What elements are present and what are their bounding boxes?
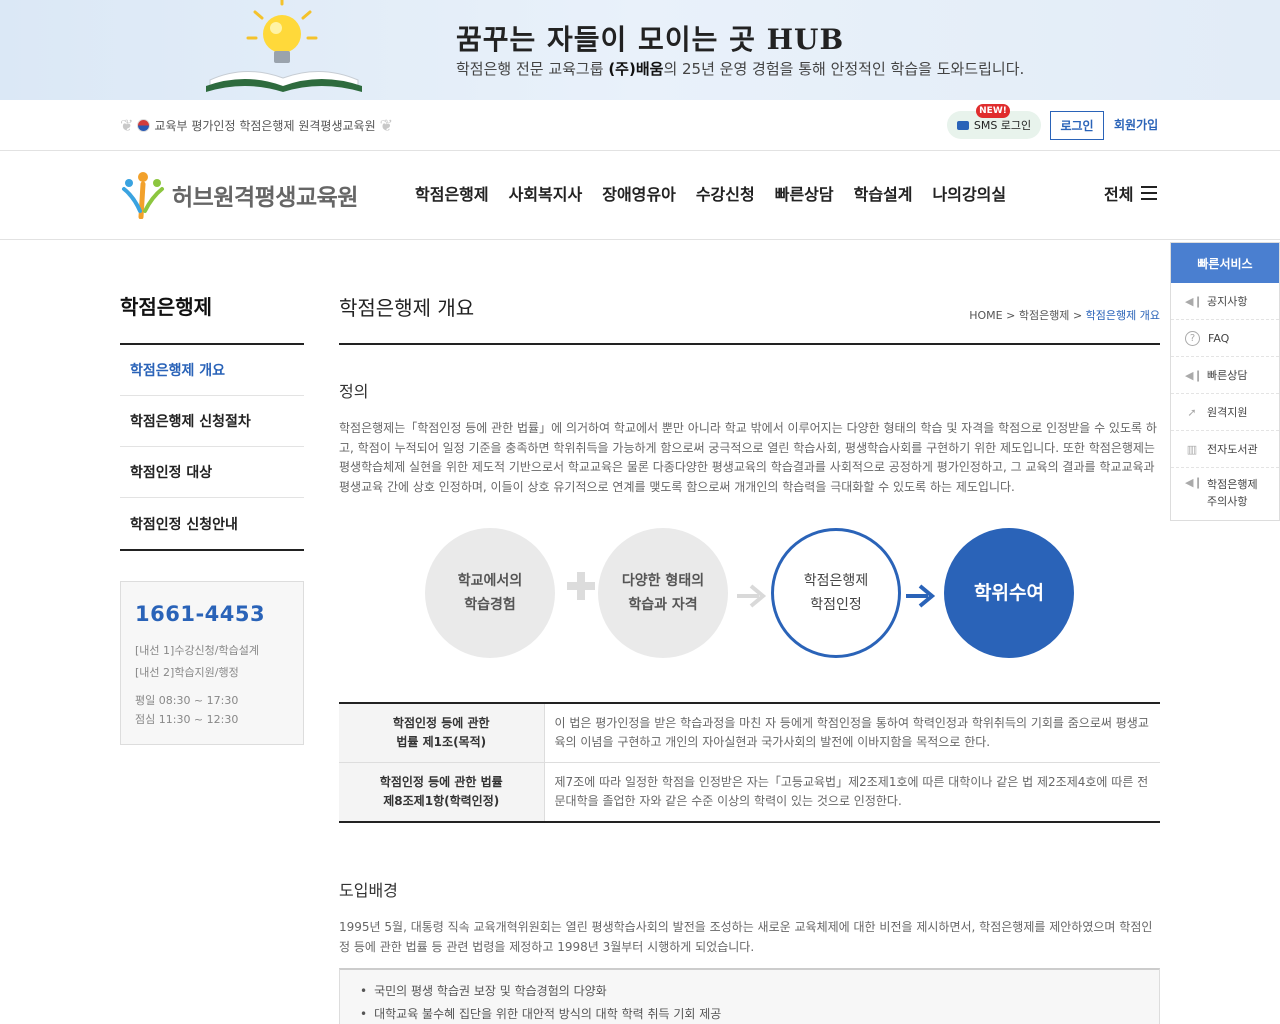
background-title: 도입배경 (339, 881, 398, 900)
hamburger-icon (1141, 186, 1158, 200)
circle-various-learning: 다양한 형태의 학습과 자격 (598, 528, 728, 658)
lightbulb-book-icon (206, 0, 362, 92)
nav-disabled-infant[interactable]: 장애영유아 (602, 181, 676, 205)
plus-icon (567, 572, 595, 600)
sidebar-title: 학점은행제 (120, 295, 212, 319)
library-icon: ▥ (1186, 442, 1198, 456)
quick-item-remote[interactable]: ➚ 원격지원 (1171, 394, 1279, 431)
weekday-hours: 평일 08:30 ~ 17:30 (135, 694, 239, 707)
quick-item-label: FAQ (1208, 331, 1230, 345)
arrow-right-gray-icon (737, 584, 767, 608)
circle-degree-award: 학위수여 (944, 528, 1074, 658)
quick-item-label: 빠른상담 (1207, 369, 1248, 382)
breadcrumb-current: 학점은행제 개요 (1085, 309, 1160, 322)
nav-enrollment[interactable]: 수강신청 (696, 181, 755, 205)
sidebar-item-overview[interactable]: 학점은행제 개요 (120, 345, 304, 396)
all-menu-button[interactable]: 전체 (1104, 181, 1158, 205)
quick-item-label: 전자도서관 (1207, 443, 1258, 456)
background-text: 1995년 5월, 대통령 직속 교육개혁위원회는 열린 평생학습사회의 발전을… (339, 920, 1153, 954)
sidebar-item-eligibility[interactable]: 학점인정 대상 (120, 447, 304, 498)
speaker-icon: ◀❙ (1185, 294, 1203, 308)
site-logo[interactable]: 허브원격평생교육원 (120, 170, 358, 220)
page-title: 학점은행제 개요 (339, 296, 475, 320)
breadcrumb: HOME > 학점은행제 > 학점은행제 개요 (969, 307, 1160, 323)
background-bullets: 국민의 평생 학습권 보장 및 학습경험의 다양화 대학교육 불수혜 집단을 위… (339, 968, 1160, 1024)
sidebar-item-application-guide[interactable]: 학점인정 신청안내 (120, 498, 304, 549)
law-table-cell: 이 법은 평가인정을 받은 학습과정을 마친 자 등에게 학점인정을 통하여 학… (544, 703, 1160, 763)
extension-1: [내선 1]수강신청/학습설계 (135, 644, 259, 657)
sidebar-item-procedure[interactable]: 학점은행제 신청절차 (120, 396, 304, 447)
breadcrumb-separator: > (1006, 309, 1016, 322)
law-table-head: 학점인정 등에 관한 법률 제1조(목적) (339, 703, 545, 763)
join-button[interactable]: 회원가입 (1114, 116, 1158, 133)
table-row: 학점인정 등에 관한 법률 제8조제1항(학력인정) 제7조에 따라 일정한 학점… (339, 762, 1160, 822)
laurel-left-icon: ❦ (120, 115, 134, 135)
table-row: 학점인정 등에 관한 법률 제1조(목적) 이 법은 평가인정을 받은 학습과정을… (339, 703, 1160, 763)
banner-subtitle: 학점은행 전문 교육그룹 (주)배움의 25년 운영 경험을 통해 안정적인 학… (456, 60, 1025, 78)
quick-item-label: 학점은행제 주의사항 (1207, 478, 1258, 508)
extension-2: [내선 2]학습지원/행정 (135, 666, 239, 679)
envelope-icon (956, 120, 969, 130)
nav-study-plan[interactable]: 학습설계 (854, 181, 913, 205)
nav-credit-bank[interactable]: 학점은행제 (415, 181, 489, 205)
new-badge: NEW! (976, 104, 1010, 118)
all-menu-label: 전체 (1104, 185, 1134, 204)
quick-item-consult[interactable]: ◀❙ 빠른상담 (1171, 357, 1279, 394)
quick-service-panel: 빠른서비스 ◀❙ 공지사항 ? FAQ ◀❙ 빠른상담 ➚ 원격지원 ▥ 전자도… (1170, 242, 1280, 521)
speaker-icon: ◀❙ (1185, 476, 1203, 489)
phone-number: 1661-4453 (135, 602, 266, 626)
arrow-right-blue-icon (906, 584, 936, 608)
contact-box: 1661-4453 [내선 1]수강신청/학습설계 [내선 2]학습지원/행정 … (120, 581, 304, 745)
login-button[interactable]: 로그인 (1050, 111, 1104, 140)
law-table-cell: 제7조에 따라 일정한 학점을 인정받은 자는「고등교육법」제2조제1호에 따른… (554, 775, 1149, 808)
quick-item-notice[interactable]: ◀❙ 공지사항 (1171, 283, 1279, 320)
quick-item-label: 원격지원 (1207, 406, 1248, 419)
quick-item-faq[interactable]: ? FAQ (1171, 320, 1279, 357)
quick-item-label: 공지사항 (1207, 295, 1248, 308)
list-item: 국민의 평생 학습권 보장 및 학습경험의 다양화 (360, 980, 1139, 1003)
breadcrumb-separator: > (1072, 309, 1083, 322)
logo-text: 허브원격평생교육원 (172, 185, 358, 211)
banner-title: 꿈꾸는 자들이 모이는 곳 HUB (456, 23, 845, 56)
quick-item-caution[interactable]: ◀❙ 학점은행제 주의사항 (1171, 468, 1279, 516)
definition-text: 학점은행제는「학점인정 등에 관한 법률」에 의거하여 학교에서 뿐만 아니라 … (339, 421, 1157, 494)
breadcrumb-section[interactable]: 학점은행제 (1019, 309, 1070, 322)
cursor-icon: ➚ (1187, 405, 1197, 419)
accreditation-badge: ❦ 교육부 평가인정 학점은행제 원격평생교육원 ❦ (120, 114, 393, 136)
lunch-hours: 점심 11:30 ~ 12:30 (135, 713, 239, 726)
main-nav: 학점은행제 사회복지사 장애영유아 수강신청 빠른상담 학습설계 나의강의실 (405, 181, 1016, 205)
definition-title: 정의 (339, 382, 369, 401)
circle-credit-recognition: 학점은행제 학점인정 (771, 528, 901, 658)
breadcrumb-home[interactable]: HOME (969, 309, 1002, 322)
sms-login-label: SMS 로그인 (973, 119, 1032, 132)
speaker-icon: ◀❙ (1185, 368, 1203, 382)
sidebar-menu: 학점은행제 개요 학점은행제 신청절차 학점인정 대상 학점인정 신청안내 (120, 343, 304, 551)
top-banner[interactable]: 꿈꾸는 자들이 모이는 곳 HUB 학점은행 전문 교육그룹 (주)배움의 25… (0, 0, 1280, 100)
quick-item-library[interactable]: ▥ 전자도서관 (1171, 431, 1279, 468)
logo-people-icon (122, 172, 164, 219)
circle-school-learning: 학교에서의 학습경험 (425, 528, 555, 658)
nav-social-worker[interactable]: 사회복지사 (509, 181, 583, 205)
nav-my-classroom[interactable]: 나의강의실 (933, 181, 1007, 205)
question-icon: ? (1185, 330, 1200, 346)
content-divider (339, 343, 1160, 345)
law-table-head: 학점인정 등에 관한 법률 제8조제1항(학력인정) (339, 762, 545, 822)
main-header: 허브원격평생교육원 학점은행제 사회복지사 장애영유아 수강신청 빠른상담 학습… (0, 151, 1280, 240)
nav-quick-consult[interactable]: 빠른상담 (775, 181, 834, 205)
law-table: 학점인정 등에 관한 법률 제1조(목적) 이 법은 평가인정을 받은 학습과정을… (339, 702, 1160, 823)
accreditation-text: 교육부 평가인정 학점은행제 원격평생교육원 (154, 118, 376, 133)
quick-service-title: 빠른서비스 (1171, 243, 1279, 283)
korea-flag-icon (137, 118, 151, 132)
laurel-right-icon: ❦ (379, 115, 394, 135)
list-item: 대학교육 불수혜 집단을 위한 대안적 방식의 대학 학력 취득 기회 제공 (360, 1003, 1139, 1024)
